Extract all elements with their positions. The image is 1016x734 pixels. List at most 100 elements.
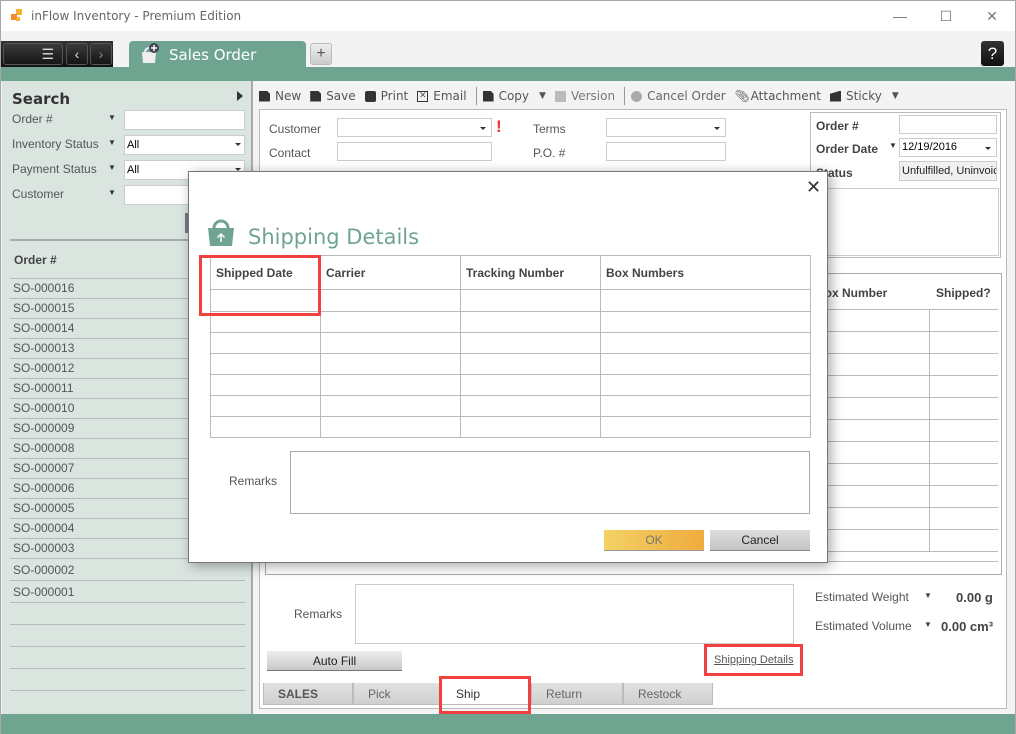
maximize-button[interactable]: ☐: [923, 1, 969, 31]
customer-select[interactable]: [337, 118, 492, 137]
forward-button[interactable]: ›: [90, 43, 112, 65]
print-label: Print: [380, 89, 409, 103]
empty-list-row: [10, 624, 245, 646]
new-document-icon: [259, 90, 270, 102]
cancel-order-button[interactable]: Cancel Order: [631, 89, 726, 103]
cancel-button[interactable]: Cancel: [710, 530, 810, 551]
terms-select[interactable]: [606, 118, 726, 137]
ok-button[interactable]: OK: [604, 530, 704, 551]
filter-options-icon[interactable]: ▼: [108, 138, 116, 147]
table-cell[interactable]: [460, 353, 601, 375]
cancel-order-icon: [631, 90, 643, 102]
table-cell[interactable]: [600, 395, 811, 417]
table-cell[interactable]: [210, 353, 321, 375]
table-cell[interactable]: [320, 353, 461, 375]
table-cell[interactable]: [320, 395, 461, 417]
table-cell[interactable]: [320, 311, 461, 333]
items-table-row[interactable]: [809, 486, 998, 508]
shipped-column-header[interactable]: Shipped?: [936, 286, 991, 300]
table-cell[interactable]: [210, 332, 321, 354]
items-table-row[interactable]: [809, 310, 998, 332]
table-cell[interactable]: [320, 289, 461, 312]
weight-unit-dropdown-icon[interactable]: ▼: [924, 591, 932, 600]
help-button[interactable]: ?: [981, 41, 1004, 66]
table-cell[interactable]: [320, 332, 461, 354]
back-button[interactable]: ‹: [66, 43, 88, 65]
table-cell[interactable]: [320, 374, 461, 396]
attachment-label: Attachment: [750, 89, 822, 103]
bottom-tab-pick[interactable]: Pick: [353, 683, 441, 705]
table-cell[interactable]: [460, 311, 601, 333]
order-number-label: Order #: [816, 119, 859, 133]
minimize-button[interactable]: —: [877, 1, 923, 31]
items-table-row[interactable]: [809, 376, 998, 398]
inventory-status-select[interactable]: All: [124, 135, 245, 155]
table-cell[interactable]: [460, 395, 601, 417]
required-warning-icon: !: [496, 117, 502, 136]
filter-options-icon[interactable]: ▼: [108, 163, 116, 172]
sticky-dropdown-icon[interactable]: ▼: [892, 91, 899, 101]
bottom-tab-restock[interactable]: Restock: [623, 683, 713, 705]
items-table-row[interactable]: [809, 332, 998, 354]
carrier-column-header[interactable]: Carrier: [320, 255, 461, 290]
dialog-close-button[interactable]: ✕: [806, 177, 821, 198]
filter-options-icon[interactable]: ▼: [108, 113, 116, 122]
table-cell[interactable]: [460, 416, 601, 438]
save-button[interactable]: Save: [310, 89, 356, 103]
new-button[interactable]: New: [259, 89, 301, 103]
table-cell[interactable]: [600, 289, 811, 312]
box-numbers-column-header[interactable]: Box Numbers: [600, 255, 811, 290]
close-window-button[interactable]: ✕: [969, 1, 1015, 31]
address-box[interactable]: [813, 188, 999, 256]
bottom-tab-return[interactable]: Return: [531, 683, 623, 705]
copy-dropdown-icon[interactable]: ▼: [539, 91, 546, 101]
table-cell[interactable]: [460, 374, 601, 396]
po-number-input[interactable]: [606, 142, 726, 161]
order-column-header[interactable]: Order #: [14, 253, 57, 267]
menu-button[interactable]: ☰: [3, 43, 63, 65]
table-cell[interactable]: [600, 353, 811, 375]
order-number-filter-input[interactable]: [124, 110, 245, 130]
table-cell[interactable]: [460, 289, 601, 312]
items-table-row[interactable]: [809, 398, 998, 420]
auto-fill-button[interactable]: Auto Fill: [267, 651, 402, 671]
dialog-remarks-textarea[interactable]: [290, 451, 810, 514]
items-table-row[interactable]: [809, 464, 998, 486]
empty-list-row: [10, 668, 245, 690]
table-cell[interactable]: [210, 416, 321, 438]
filter-options-icon[interactable]: ▼: [108, 188, 116, 197]
contact-input[interactable]: [337, 142, 492, 161]
table-cell[interactable]: [320, 416, 461, 438]
items-table-row[interactable]: [809, 442, 998, 464]
order-date-picker[interactable]: 12/19/2016: [899, 138, 997, 157]
items-table-row[interactable]: [809, 354, 998, 376]
table-cell[interactable]: [600, 332, 811, 354]
items-table-row[interactable]: [809, 530, 998, 552]
table-cell[interactable]: [600, 311, 811, 333]
remarks-textarea[interactable]: [355, 584, 794, 644]
sticky-button[interactable]: Sticky ▼: [830, 89, 899, 103]
empty-list-row: [10, 602, 245, 624]
date-options-icon[interactable]: ▼: [889, 141, 897, 150]
tab-sales-order[interactable]: Sales Order: [129, 41, 306, 68]
collapse-sidebar-icon[interactable]: [237, 91, 243, 101]
print-button[interactable]: Print: [364, 89, 409, 103]
table-cell[interactable]: [210, 374, 321, 396]
tracking-number-column-header[interactable]: Tracking Number: [460, 255, 601, 290]
table-cell[interactable]: [600, 416, 811, 438]
items-table-row[interactable]: [809, 508, 998, 530]
table-cell[interactable]: [600, 374, 811, 396]
add-tab-button[interactable]: +: [310, 43, 332, 65]
volume-unit-dropdown-icon[interactable]: ▼: [924, 620, 932, 629]
attachment-button[interactable]: 📎︎ Attachment: [735, 89, 821, 103]
bottom-tab-sales[interactable]: SALES: [263, 683, 353, 705]
version-button[interactable]: Version: [554, 89, 615, 103]
order-date-label: Order Date: [816, 142, 879, 156]
table-cell[interactable]: [460, 332, 601, 354]
email-button[interactable]: ✕ Email: [417, 89, 467, 103]
order-number-input[interactable]: [899, 115, 997, 134]
copy-button[interactable]: Copy ▼: [482, 89, 546, 103]
table-cell[interactable]: [210, 395, 321, 417]
items-table-row[interactable]: [809, 420, 998, 442]
order-list-item[interactable]: SO-000001: [10, 580, 245, 602]
